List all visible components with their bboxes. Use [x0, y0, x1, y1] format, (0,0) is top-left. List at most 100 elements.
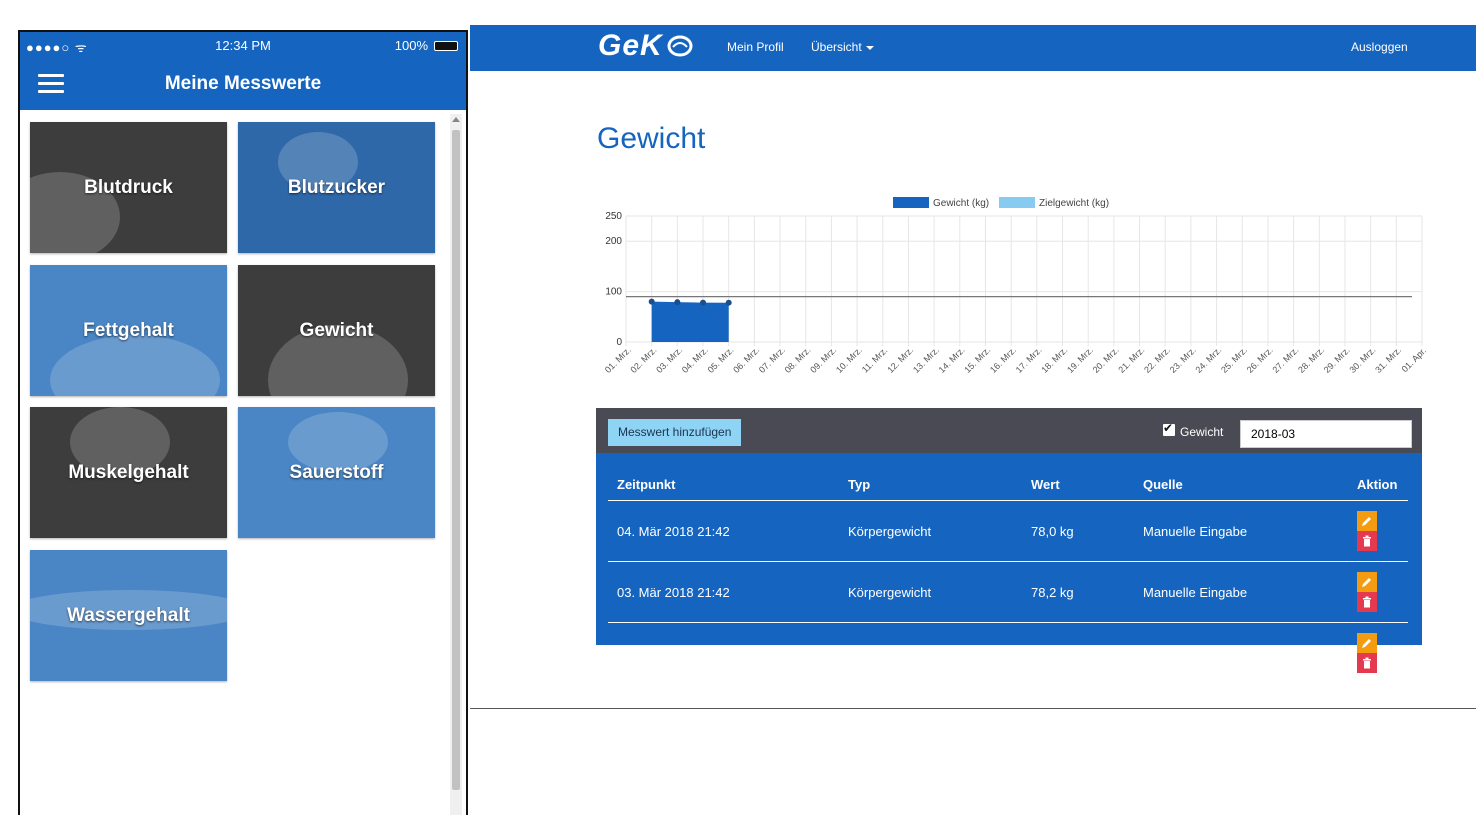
nav-ausloggen[interactable]: Ausloggen — [1351, 40, 1408, 54]
cell-wert: 78,2 kg — [1022, 561, 1134, 623]
x-tick-label: 30. Mrz. — [1347, 345, 1377, 375]
column-header-typ: Typ — [839, 471, 1022, 501]
scrollbar[interactable] — [450, 114, 462, 815]
tile-blutdruck[interactable]: Blutdruck — [30, 122, 227, 253]
gewicht-filter-checkbox[interactable] — [1163, 421, 1175, 436]
nav-mein-profil[interactable]: Mein Profil — [727, 40, 784, 54]
cell-zeitpunkt: 03. Mär 2018 21:42 — [608, 561, 839, 623]
tile-muskelgehalt[interactable]: Muskelgehalt — [30, 407, 227, 538]
tile-wassergehalt[interactable]: Wassergehalt — [30, 550, 227, 681]
brand-logo[interactable]: GeK — [598, 29, 663, 63]
cell-wert: 78,0 kg — [1022, 500, 1134, 562]
tile-label: Gewicht — [299, 319, 374, 341]
legend-label-zielgewicht: Zielgewicht (kg) — [1039, 198, 1109, 209]
x-tick-label: 21. Mrz. — [1116, 345, 1146, 375]
tile-gewicht[interactable]: Gewicht — [238, 265, 435, 396]
x-tick-label: 17. Mrz. — [1014, 345, 1044, 375]
nav-uebersicht[interactable]: Übersicht — [811, 40, 874, 54]
tile-label: Blutzucker — [287, 176, 386, 198]
pencil-icon — [1362, 578, 1371, 587]
x-tick-label: 25. Mrz. — [1219, 345, 1249, 375]
add-measurement-button[interactable]: Messwert hinzufügen — [608, 419, 742, 446]
cell-wert: 80,0 kg — [1031, 645, 1074, 661]
weight-data-point — [700, 299, 707, 306]
column-header-aktion: Aktion — [1348, 471, 1408, 501]
tile-label: Sauerstoff — [289, 461, 384, 483]
cell-quelle: Manuelle Eingabe — [1134, 561, 1348, 623]
month-input[interactable] — [1240, 420, 1412, 448]
x-tick-label: 27. Mrz. — [1270, 345, 1300, 375]
x-tick-label: 26. Mrz. — [1245, 345, 1275, 375]
x-tick-label: 05. Mrz. — [706, 345, 736, 375]
cell-zeitpunkt: 01. Mär 2018 21:43 — [617, 645, 730, 661]
battery-icon — [434, 41, 458, 51]
x-tick-label: 08. Mrz. — [783, 345, 813, 375]
column-header-wert: Wert — [1022, 471, 1134, 501]
legend-label-gewicht: Gewicht (kg) — [933, 198, 989, 209]
x-tick-label: 15. Mrz. — [962, 345, 992, 375]
caliper-image — [50, 335, 220, 396]
x-tick-label: 06. Mrz. — [731, 345, 761, 375]
scroll-up-arrow-icon[interactable] — [452, 117, 460, 122]
x-tick-label: 31. Mrz. — [1373, 345, 1403, 375]
chevron-down-icon — [865, 45, 874, 50]
y-tick-label: 100 — [605, 287, 622, 298]
tile-label: Wassergehalt — [67, 604, 190, 626]
cell-aktion — [1348, 561, 1408, 623]
scrollbar-thumb[interactable] — [452, 130, 460, 790]
tile-sauerstoff[interactable]: Sauerstoff — [238, 407, 435, 538]
gewicht-filter-label: Gewicht — [1180, 425, 1224, 439]
x-tick-label: 23. Mrz. — [1168, 345, 1198, 375]
y-tick-label: 200 — [605, 236, 622, 247]
app-bar: Meine Messwerte — [20, 60, 466, 110]
tile-label: Blutdruck — [84, 176, 173, 198]
cell-typ: Körpergewicht — [839, 561, 1022, 623]
pencil-icon — [1362, 517, 1371, 526]
cell-typ: Körpergewicht — [848, 645, 932, 661]
x-tick-label: 20. Mrz. — [1091, 345, 1121, 375]
legend-swatch-gewicht — [893, 197, 929, 208]
cell-aktion — [1348, 623, 1408, 684]
trash-icon — [1363, 596, 1371, 608]
x-tick-label: 01. Mrz. — [603, 345, 633, 375]
edit-button[interactable] — [1357, 633, 1377, 653]
weight-chart: 0 100 200 250 01. Mrz.02. Mrz.03. Mrz.04. Mr… — [603, 197, 1426, 375]
tile-label: Fettgehalt — [83, 319, 174, 341]
cell-zeitpunkt: 04. Mär 2018 21:42 — [608, 500, 839, 562]
cell-aktion — [1348, 500, 1408, 562]
x-tick-label: 02. Mrz. — [629, 345, 659, 375]
edit-button[interactable] — [1357, 572, 1377, 592]
edit-button[interactable] — [1357, 511, 1377, 531]
x-tick-label: 10. Mrz. — [834, 345, 864, 375]
delete-button[interactable] — [1357, 653, 1377, 673]
x-tick-label: 07. Mrz. — [757, 345, 787, 375]
cell-quelle: Manuelle Eingabe — [1134, 500, 1348, 562]
x-tick-label: 11. Mrz. — [860, 345, 890, 375]
cell-typ: Körpergewicht — [839, 500, 1022, 562]
battery-percent: 100% — [394, 38, 428, 53]
tile-blutzucker[interactable]: Blutzucker — [238, 122, 435, 253]
brand-logo-icon — [667, 35, 693, 57]
x-tick-label: 14. Mrz. — [937, 345, 967, 375]
status-bar: ●●●●○ ᯤ 12:34 PM 100% — [20, 32, 466, 60]
measurement-table: Zeitpunkt Typ Wert Quelle Aktion 04. Mär… — [608, 471, 1408, 683]
cell-quelle: Manuelle Eingabe — [1143, 645, 1248, 661]
table-row: 01. Mär 2018 21:43 Körpergewicht 80,0 kg… — [608, 623, 1408, 684]
top-navbar: GeK Mein Profil Übersicht Ausloggen — [470, 25, 1476, 71]
y-tick-label: 0 — [616, 337, 622, 348]
table-header-row: Zeitpunkt Typ Wert Quelle Aktion — [608, 471, 1408, 501]
legend-swatch-zielgewicht — [999, 197, 1035, 208]
x-tick-label: 01. Apr. — [1400, 346, 1426, 375]
page-title: Gewicht — [597, 122, 706, 155]
delete-button[interactable] — [1357, 592, 1377, 612]
delete-button[interactable] — [1357, 531, 1377, 551]
mobile-app-frame: ●●●●○ ᯤ 12:34 PM 100% Meine Messwerte Bl… — [18, 30, 468, 815]
trash-icon — [1363, 657, 1371, 669]
weight-data-point — [674, 299, 681, 306]
weight-series-bar — [651, 301, 729, 342]
weight-data-point — [725, 299, 732, 306]
tile-fettgehalt[interactable]: Fettgehalt — [30, 265, 227, 396]
x-tick-label: 03. Mrz. — [654, 345, 684, 375]
x-tick-label: 28. Mrz. — [1296, 345, 1326, 375]
tile-label: Muskelgehalt — [68, 461, 189, 483]
